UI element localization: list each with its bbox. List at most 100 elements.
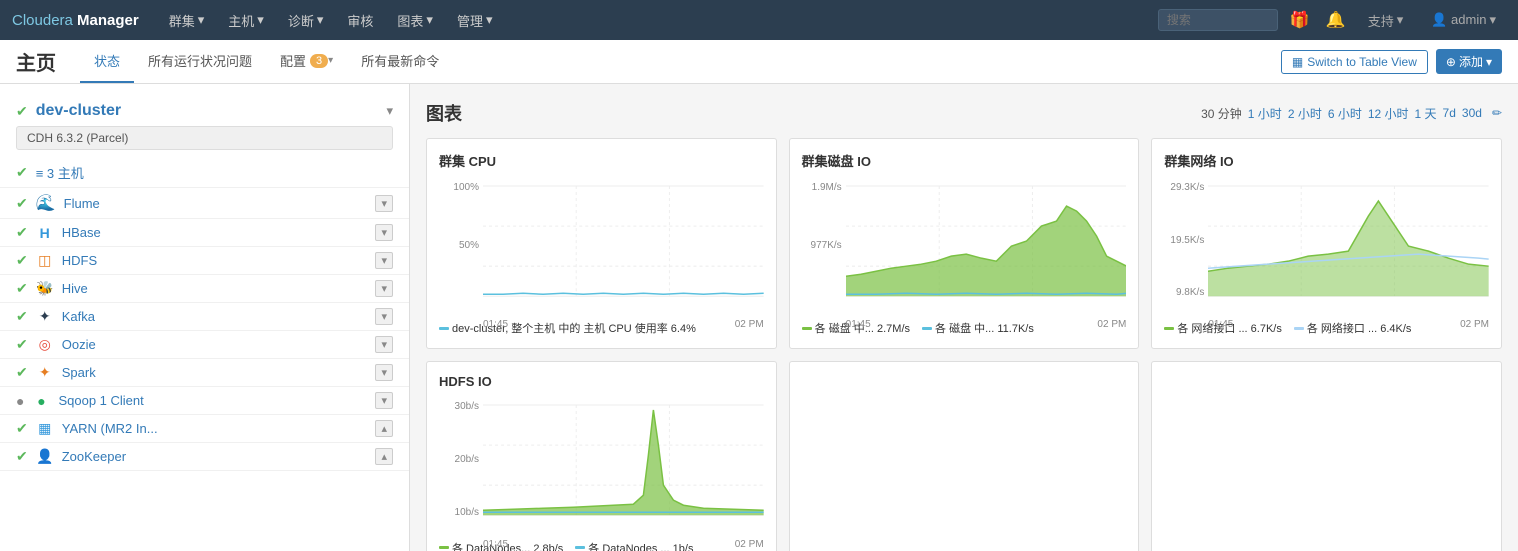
edit-icon[interactable]: ✏	[1492, 106, 1502, 120]
yarn-menu-icon[interactable]: ▴	[375, 420, 393, 437]
brand: Cloudera Manager	[12, 12, 139, 29]
main-layout: ✔ dev-cluster ▾ CDH 6.3.2 (Parcel) ✔ ≡ 3…	[0, 84, 1518, 551]
hdfs-io-chart-title: HDFS IO	[439, 374, 764, 389]
network-x-labels: 01:45 02 PM	[1208, 319, 1489, 330]
cpu-chart-inner: 01:45 02 PM	[483, 178, 764, 314]
spark-menu-icon[interactable]: ▾	[375, 364, 393, 381]
network-io-chart-card: 群集网络 IO 29.3K/s 19.5K/s 9.8K/s	[1151, 138, 1502, 349]
zoo-label: ZooKeeper	[62, 449, 368, 464]
support-menu[interactable]: 支持 ▾	[1358, 7, 1414, 34]
hdfs-y-axis: 30b/s 20b/s 10b/s	[439, 397, 479, 533]
time-30d[interactable]: 30d	[1462, 106, 1482, 120]
flume-status-icon: ✔	[16, 195, 28, 212]
sqoop-menu-icon[interactable]: ▾	[375, 392, 393, 409]
hdfs-label: HDFS	[62, 253, 368, 268]
config-badge: 3	[310, 54, 328, 68]
service-item-hive[interactable]: ✔ 🐝 Hive ▾	[0, 275, 409, 303]
disk-chart-inner: 01:45 02 PM	[846, 178, 1127, 314]
page-title: 主页	[16, 47, 56, 76]
tab-commands[interactable]: 所有最新命令	[347, 40, 453, 83]
zoo-menu-icon[interactable]: ▴	[375, 448, 393, 465]
charts-title: 图表	[426, 100, 1201, 126]
network-io-chart-title: 群集网络 IO	[1164, 151, 1489, 170]
nav-charts[interactable]: 图表 ▾	[387, 7, 443, 34]
service-item-hbase[interactable]: ✔ H HBase ▾	[0, 219, 409, 247]
flume-label: Flume	[64, 196, 368, 211]
brand-manager: Manager	[77, 12, 139, 29]
time-2h[interactable]: 2 小时	[1288, 105, 1322, 122]
nav-cluster[interactable]: 群集 ▾	[159, 7, 215, 34]
service-item-sqoop[interactable]: ● ● Sqoop 1 Client ▾	[0, 387, 409, 415]
time-7d[interactable]: 7d	[1443, 106, 1456, 120]
service-item-flume[interactable]: ✔ 🌊 Flume ▾	[0, 188, 409, 219]
host-item[interactable]: ✔ ≡ 3 主机	[0, 158, 409, 188]
cpu-chart-title: 群集 CPU	[439, 151, 764, 170]
spark-status-icon: ✔	[16, 364, 28, 381]
service-item-yarn[interactable]: ✔ ▦ YARN (MR2 In... ▴	[0, 415, 409, 443]
table-icon: ▦	[1292, 55, 1303, 69]
hbase-icon: H	[36, 225, 54, 241]
nav-diag[interactable]: 诊断 ▾	[278, 7, 334, 34]
cluster-status-icon: ✔	[16, 103, 28, 120]
cpu-y-axis: 100% 50%	[439, 178, 479, 314]
flume-menu-icon[interactable]: ▾	[375, 195, 393, 212]
service-item-hdfs[interactable]: ✔ ◫ HDFS ▾	[0, 247, 409, 275]
bell-icon[interactable]: 🔔	[1322, 10, 1350, 30]
cluster-name[interactable]: dev-cluster	[36, 102, 121, 120]
chevron-down-icon: ▾	[1486, 55, 1492, 69]
zoo-status-icon: ✔	[16, 448, 28, 465]
network-chart-container: 29.3K/s 19.5K/s 9.8K/s	[1164, 178, 1489, 314]
service-item-oozie[interactable]: ✔ ◎ Oozie ▾	[0, 331, 409, 359]
hdfs-menu-icon[interactable]: ▾	[375, 252, 393, 269]
chevron-down-icon: ▾	[317, 12, 324, 28]
tab-config[interactable]: 配置 3 ▾	[266, 40, 347, 83]
oozie-menu-icon[interactable]: ▾	[375, 336, 393, 353]
user-menu[interactable]: 👤 admin ▾	[1421, 8, 1506, 32]
empty-chart-2	[789, 361, 1140, 551]
spark-icon: ✦	[36, 364, 54, 381]
hbase-menu-icon[interactable]: ▾	[375, 224, 393, 241]
oozie-status-icon: ✔	[16, 336, 28, 353]
time-6h[interactable]: 6 小时	[1328, 105, 1362, 122]
kafka-menu-icon[interactable]: ▾	[375, 308, 393, 325]
hdfs-legend-dot1	[439, 546, 449, 549]
disk-x-labels: 01:45 02 PM	[846, 319, 1127, 330]
chevron-down-icon: ▾	[198, 12, 205, 28]
hdfs-status-icon: ✔	[16, 252, 28, 269]
disk-legend-dot1	[802, 327, 812, 330]
tab-issues[interactable]: 所有运行状况问题	[134, 40, 266, 83]
kafka-icon: ✦	[36, 308, 54, 325]
charts-row1: 群集 CPU 100% 50%	[426, 138, 1502, 349]
hive-menu-icon[interactable]: ▾	[375, 280, 393, 297]
yarn-icon: ▦	[36, 420, 54, 437]
hdfs-chart-svg	[483, 397, 764, 533]
nav-admin[interactable]: 管理 ▾	[447, 7, 503, 34]
service-item-kafka[interactable]: ✔ ✦ Kafka ▾	[0, 303, 409, 331]
cluster-arrow-icon[interactable]: ▾	[386, 103, 393, 119]
spark-label: Spark	[62, 365, 368, 380]
gift-icon[interactable]: 🎁	[1286, 10, 1314, 30]
time-controls: 30 分钟 1 小时 2 小时 6 小时 12 小时 1 天 7d 30d ✏	[1201, 105, 1502, 122]
table-view-button[interactable]: ▦ Switch to Table View	[1281, 50, 1428, 74]
service-item-spark[interactable]: ✔ ✦ Spark ▾	[0, 359, 409, 387]
time-12h[interactable]: 12 小时	[1368, 105, 1409, 122]
disk-chart-svg	[846, 178, 1127, 314]
tab-status[interactable]: 状态	[80, 40, 134, 83]
nav-audit[interactable]: 审核	[337, 7, 383, 34]
nav-right: 🎁 🔔 支持 ▾ 👤 admin ▾	[1158, 7, 1506, 34]
nav-host[interactable]: 主机 ▾	[218, 7, 274, 34]
time-1h[interactable]: 1 小时	[1248, 105, 1282, 122]
chevron-down-icon: ▾	[328, 55, 333, 66]
hive-icon: 🐝	[36, 280, 54, 297]
hdfs-io-chart-card: HDFS IO 30b/s 20b/s 10b/s	[426, 361, 777, 551]
hdfs-chart-inner: 01:45 02 PM	[483, 397, 764, 533]
hdfs-x-labels: 01:45 02 PM	[483, 539, 764, 550]
cpu-chart-card: 群集 CPU 100% 50%	[426, 138, 777, 349]
time-1d[interactable]: 1 天	[1415, 105, 1437, 122]
sub-nav-right: ▦ Switch to Table View ⊕ 添加 ▾	[1281, 49, 1502, 74]
service-item-zookeeper[interactable]: ✔ 👤 ZooKeeper ▴	[0, 443, 409, 471]
search-input[interactable]	[1158, 9, 1278, 31]
flume-icon: 🌊	[36, 193, 56, 213]
chevron-down-icon: ▾	[1489, 12, 1496, 28]
add-button[interactable]: ⊕ 添加 ▾	[1436, 49, 1502, 74]
